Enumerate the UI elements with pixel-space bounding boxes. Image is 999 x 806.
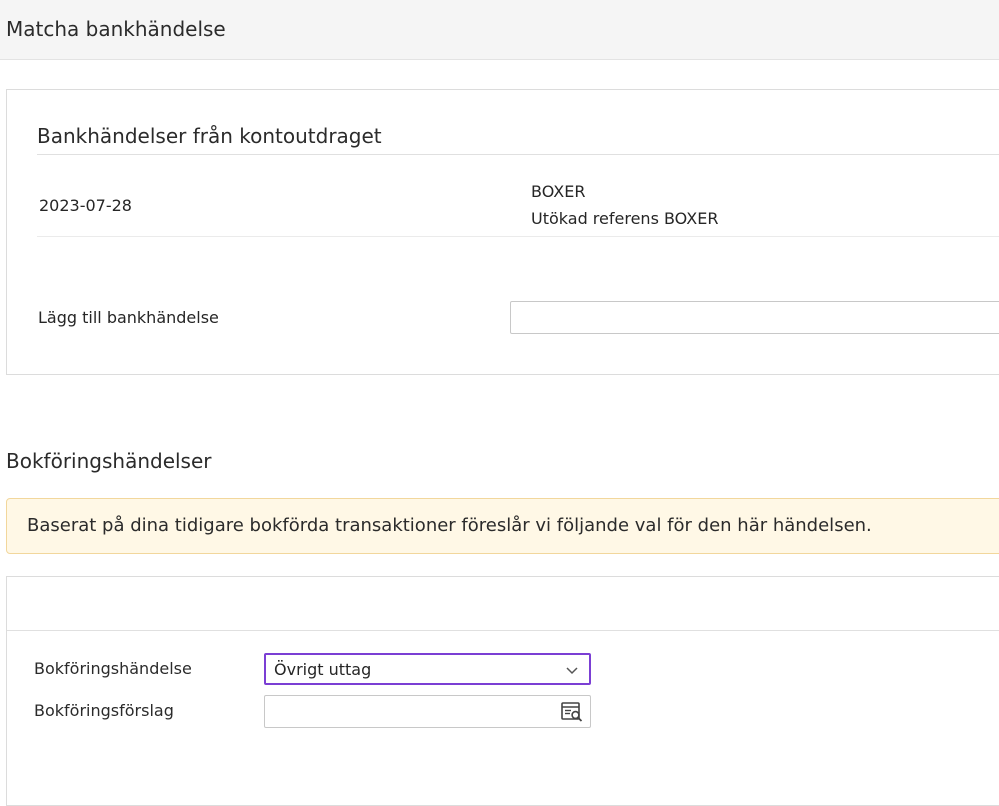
page-title: Matcha bankhändelse [6, 17, 226, 41]
bank-event-name: BOXER [531, 182, 586, 201]
bank-event-reference: Utökad referens BOXER [531, 209, 719, 228]
bank-events-heading: Bankhändelser från kontoutdraget [37, 124, 382, 148]
bank-events-panel: Bankhändelser från kontoutdraget 2023-07… [6, 89, 999, 375]
bookkeeping-event-select[interactable]: Övrigt uttag [264, 653, 591, 685]
add-bank-event-label: Lägg till bankhändelse [38, 308, 219, 327]
suggestion-notice-text: Baserat på dina tidigare bokförda transa… [27, 515, 872, 536]
divider [7, 630, 999, 631]
bookkeeping-section-title: Bokföringshändelser [6, 449, 212, 473]
document-search-icon[interactable] [560, 700, 584, 724]
page-header: Matcha bankhändelse [0, 0, 999, 60]
bookkeeping-event-label: Bokföringshändelse [34, 659, 192, 678]
bookkeeping-proposal-field[interactable] [264, 695, 591, 728]
add-bank-event-input[interactable] [510, 301, 999, 334]
chevron-down-icon [566, 667, 578, 675]
divider [37, 236, 999, 237]
bank-event-date: 2023-07-28 [39, 196, 132, 215]
bookkeeping-proposal-label: Bokföringsförslag [34, 701, 174, 720]
bookkeeping-panel: Bokföringshändelse Övrigt uttag Bokförin… [6, 576, 999, 806]
bookkeeping-event-value: Övrigt uttag [274, 660, 372, 679]
divider [37, 154, 999, 155]
suggestion-notice: Baserat på dina tidigare bokförda transa… [6, 498, 999, 554]
